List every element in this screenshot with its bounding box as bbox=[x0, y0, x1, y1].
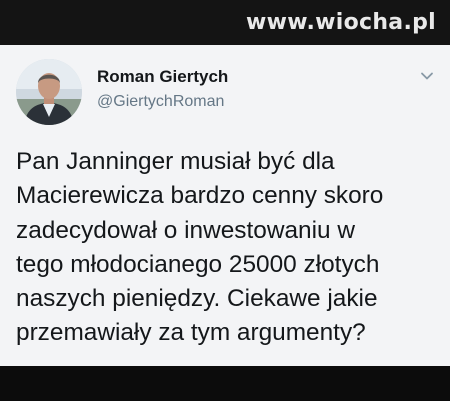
tweet-text: Pan Janninger musiał być dla Macierewicz… bbox=[16, 148, 384, 347]
bottom-bar bbox=[0, 366, 450, 401]
author-display-name[interactable]: Roman Giertych bbox=[97, 67, 228, 87]
profile-photo-icon bbox=[16, 59, 82, 125]
author-handle[interactable]: @GiertychRoman bbox=[97, 93, 224, 111]
top-bar: www.wiocha.pl bbox=[0, 0, 450, 45]
site-watermark: www.wiocha.pl bbox=[246, 10, 436, 35]
avatar[interactable] bbox=[16, 59, 82, 125]
chevron-down-icon[interactable] bbox=[420, 69, 434, 83]
tweet-card: Roman Giertych @GiertychRoman Pan Jannin… bbox=[0, 45, 450, 366]
